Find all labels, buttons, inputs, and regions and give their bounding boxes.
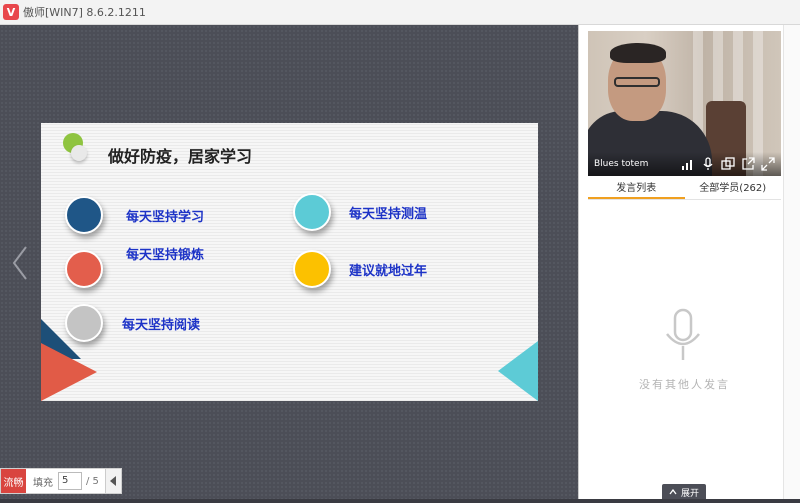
bullet-circle-icon — [65, 250, 103, 288]
video-user-name: Blues totem — [594, 159, 649, 169]
title-bar: V 傲师[WIN7] 8.6.2.1211 — [0, 0, 800, 25]
person-glasses — [614, 77, 660, 87]
panel-side-strip — [783, 25, 800, 499]
slide-item-reading: 每天坚持阅读 — [65, 304, 200, 342]
quality-button[interactable]: 流畅 — [1, 469, 26, 493]
slide-item-holiday: 建议就地过年 — [293, 250, 427, 288]
item-label: 每天坚持测温 — [349, 206, 428, 222]
item-label: 每天坚持阅读 — [122, 317, 201, 333]
page-total: / 5 — [86, 475, 99, 487]
popout-icon[interactable] — [741, 157, 755, 171]
panel-tabs: 发言列表 全部学员(262) — [588, 180, 781, 200]
bullet-circle-icon — [65, 304, 103, 342]
slide-badge-icon — [61, 133, 93, 163]
microphone-icon — [666, 308, 700, 360]
tab-all-students[interactable]: 全部学员(262) — [685, 180, 782, 199]
caret-left-icon — [110, 476, 117, 486]
page-toolbar: 流畅 填充 5 / 5 — [0, 468, 122, 494]
slide-item-temperature: 每天坚持测温 — [293, 193, 427, 231]
slide-item-exercise: 每天坚持锻炼 — [65, 248, 204, 288]
app-logo-icon: V — [3, 4, 19, 20]
item-label: 每天坚持锻炼 — [126, 248, 205, 263]
slide-item-study: 每天坚持学习 — [65, 196, 204, 234]
bullet-circle-icon — [293, 250, 331, 288]
switch-view-icon[interactable] — [721, 157, 735, 171]
expand-label: 展开 — [680, 488, 699, 499]
signal-icon — [682, 160, 692, 170]
empty-state-text: 没有其他人发言 — [639, 378, 730, 391]
previous-slide-icon[interactable] — [10, 243, 30, 283]
item-label: 建议就地过年 — [349, 263, 428, 279]
tab-chat-list[interactable]: 发言列表 — [588, 180, 685, 199]
side-panel: Blues totem 发言列表 全部学员(262) 没有其他人发言 — [578, 25, 800, 499]
slide: 做好防疫，居家学习 每天坚持学习 每天坚持锻炼 每天坚持阅读 每天坚持测温 建议… — [41, 123, 538, 401]
page-prev-button[interactable] — [104, 469, 121, 493]
bullet-circle-icon — [65, 196, 103, 234]
microphone-icon[interactable] — [701, 157, 715, 171]
person-hair — [610, 43, 666, 63]
decor-triangle-teal — [498, 341, 538, 401]
window-title: 傲师[WIN7] 8.6.2.1211 — [23, 6, 146, 19]
decor-triangle-red — [41, 343, 97, 401]
expand-button[interactable]: 展开 — [662, 484, 706, 500]
page-number-input[interactable]: 5 — [58, 472, 82, 490]
bullet-circle-icon — [293, 193, 331, 231]
bottom-strip — [0, 499, 800, 503]
fill-mode-button[interactable]: 填充 — [33, 474, 53, 489]
presentation-stage: 做好防疫，居家学习 每天坚持学习 每天坚持锻炼 每天坚持阅读 每天坚持测温 建议… — [0, 25, 578, 500]
teacher-video[interactable]: Blues totem — [588, 31, 781, 176]
chevron-up-icon — [669, 489, 677, 495]
slide-title: 做好防疫，居家学习 — [108, 147, 253, 166]
fullscreen-icon[interactable] — [761, 157, 775, 171]
video-control-bar: Blues totem — [588, 152, 781, 176]
item-label: 每天坚持学习 — [126, 209, 205, 225]
